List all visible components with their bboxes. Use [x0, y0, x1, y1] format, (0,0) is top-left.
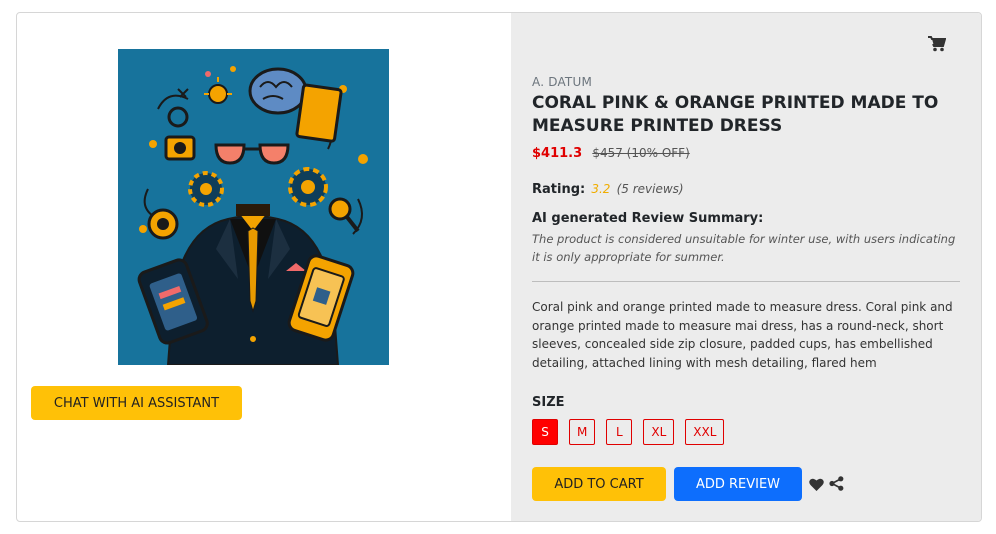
- size-option-xl[interactable]: XL: [643, 419, 675, 445]
- current-price: $411.3: [532, 146, 583, 161]
- product-title: CORAL PINK & ORANGE PRINTED MADE TO MEAS…: [532, 93, 939, 136]
- size-option-s[interactable]: S: [532, 419, 558, 445]
- add-review-button[interactable]: ADD REVIEW: [674, 467, 802, 501]
- size-label: SIZE: [532, 395, 565, 410]
- price-row: $411.3 $457 (10% OFF): [532, 146, 690, 161]
- add-to-cart-button[interactable]: ADD TO CART: [532, 467, 666, 501]
- cart-icon[interactable]: [928, 36, 947, 52]
- rating-value: 3.2: [591, 182, 611, 196]
- size-options: S M L XL XXL: [532, 419, 725, 445]
- share-icon[interactable]: [829, 476, 844, 491]
- rating-row: Rating: 3.2 (5 reviews): [532, 182, 684, 197]
- product-card: CHAT WITH AI ASSISTANT: [16, 12, 982, 522]
- divider: [532, 281, 960, 282]
- product-description: Coral pink and orange printed made to me…: [532, 300, 953, 370]
- review-count: (5 reviews): [616, 182, 684, 196]
- size-option-l[interactable]: L: [606, 419, 633, 445]
- original-price: $457 (10% OFF): [592, 146, 690, 160]
- rating-label: Rating:: [532, 182, 586, 197]
- chat-with-ai-assistant-button[interactable]: CHAT WITH AI ASSISTANT: [31, 386, 242, 420]
- product-details-panel: [511, 13, 981, 521]
- size-option-m[interactable]: M: [569, 419, 596, 445]
- product-image: [118, 49, 389, 365]
- product-brand: A. DATUM: [532, 75, 593, 89]
- ai-summary-heading: AI generated Review Summary:: [532, 211, 764, 226]
- heart-icon[interactable]: [809, 477, 824, 491]
- size-option-xxl[interactable]: XXL: [685, 419, 725, 445]
- ai-summary-text: The product is considered unsuitable for…: [532, 232, 956, 264]
